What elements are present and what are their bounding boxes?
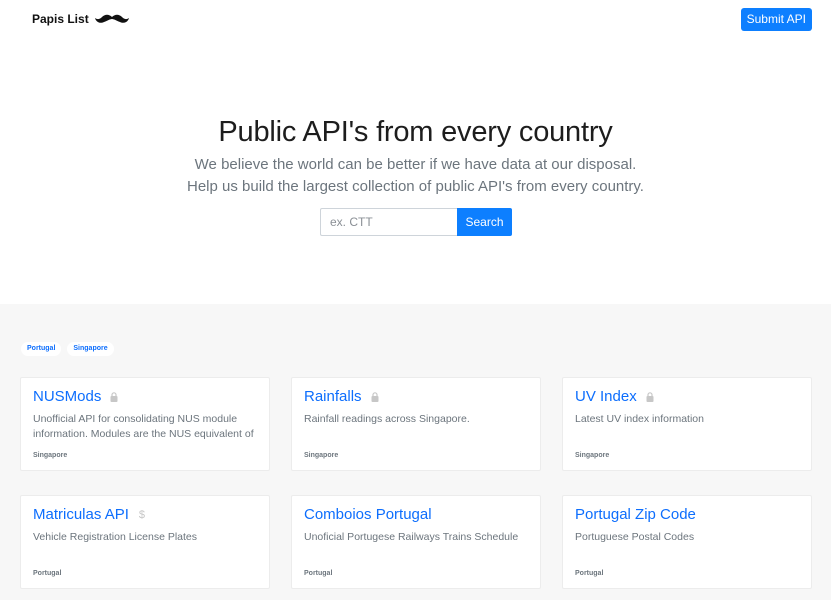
lock-icon <box>370 390 380 404</box>
card-country: Portugal <box>575 570 604 577</box>
hero-section: Public API's from every country We belie… <box>0 40 831 304</box>
lock-icon <box>645 390 655 404</box>
navbar: Papis List Submit API <box>0 0 831 40</box>
card-title[interactable]: Rainfalls <box>304 388 362 405</box>
card-title-row: Portugal Zip Code <box>575 506 696 523</box>
card-title-row: Matriculas API $ <box>33 506 147 523</box>
card-title[interactable]: UV Index <box>575 388 637 405</box>
filter-tag-portugal[interactable]: Portugal <box>21 342 62 356</box>
card-title[interactable]: Comboios Portugal <box>304 506 432 523</box>
card-title[interactable]: Matriculas API <box>33 506 129 523</box>
card-description: Rainfall readings across Singapore. <box>304 413 470 425</box>
card-country: Portugal <box>33 570 62 577</box>
brand-logo[interactable]: Papis List <box>32 12 129 26</box>
mustache-icon <box>94 14 129 23</box>
api-listing-section: Portugal Singapore NUSMods Unofficial AP… <box>0 304 831 600</box>
api-card-matriculas[interactable]: Matriculas API $ Vehicle Registration Li… <box>20 495 270 589</box>
card-title-row: Rainfalls <box>304 388 380 405</box>
card-title[interactable]: NUSMods <box>33 388 101 405</box>
card-country: Portugal <box>304 570 333 577</box>
card-country: Singapore <box>575 452 610 459</box>
submit-api-button[interactable]: Submit API <box>740 8 812 31</box>
page-title: Public API's from every country <box>218 116 613 148</box>
search-input[interactable] <box>320 208 457 236</box>
filter-tag-singapore[interactable]: Singapore <box>67 342 114 356</box>
country-filters: Portugal Singapore <box>21 342 114 356</box>
search-bar: Search <box>320 208 512 236</box>
card-country: Singapore <box>304 452 339 459</box>
api-card-portugal-zip[interactable]: Portugal Zip Code Portuguese Postal Code… <box>562 495 812 589</box>
search-button[interactable]: Search <box>457 208 512 236</box>
hero-subtitle-line-2: Help us build the largest collection of … <box>187 178 644 195</box>
card-title-row: Comboios Portugal <box>304 506 432 523</box>
api-card-comboios[interactable]: Comboios Portugal Unoficial Portugese Ra… <box>291 495 541 589</box>
card-description: Unoficial Portugese Railways Trains Sche… <box>304 531 519 543</box>
hero-subtitle-line-1: We believe the world can be better if we… <box>194 156 637 173</box>
card-description: Portuguese Postal Codes <box>575 531 695 543</box>
brand-name: Papis List <box>32 12 89 26</box>
card-title-row: UV Index <box>575 388 655 405</box>
card-title-row: NUSMods <box>33 388 119 405</box>
card-country: Singapore <box>33 452 68 459</box>
card-description: Latest UV index information <box>575 413 704 425</box>
api-card-nusmods[interactable]: NUSMods Unofficial API for consolidating… <box>20 377 270 471</box>
lock-icon <box>109 390 119 404</box>
card-description: Unofficial API for consolidating NUS mod… <box>33 413 254 440</box>
api-card-rainfalls[interactable]: Rainfalls Rainfall readings across Singa… <box>291 377 541 471</box>
api-card-uv-index[interactable]: UV Index Latest UV index information Sin… <box>562 377 812 471</box>
card-description: Vehicle Registration License Plates <box>33 531 198 543</box>
dollar-icon: $ <box>138 508 145 521</box>
card-title[interactable]: Portugal Zip Code <box>575 506 696 523</box>
